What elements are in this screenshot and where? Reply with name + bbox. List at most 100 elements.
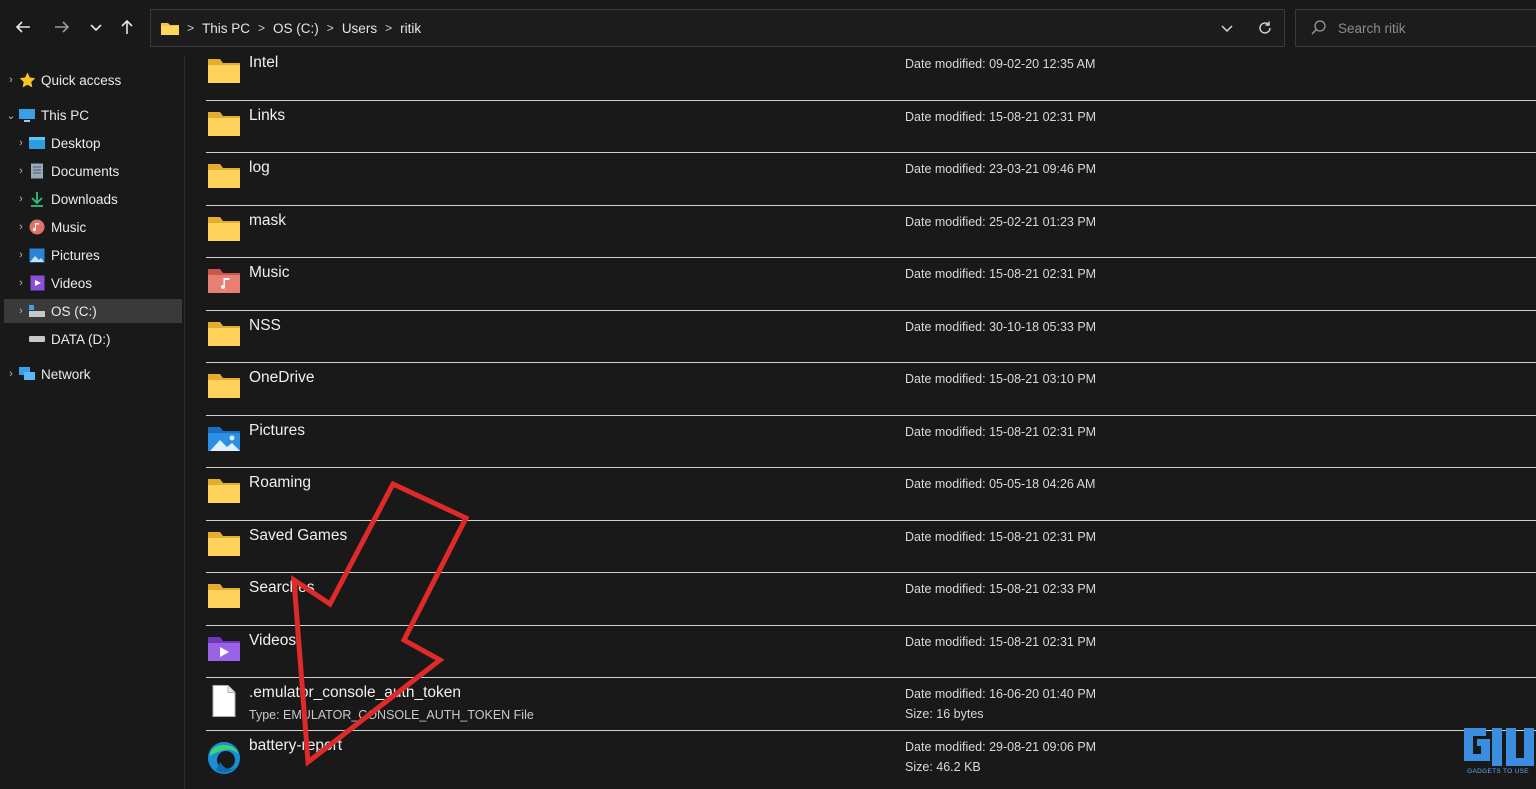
sidebar-item-label: Music (51, 219, 87, 235)
chevron-right-icon[interactable]: › (14, 165, 28, 177)
list-item[interactable]: NSS Date modified: 30-10-18 05:33 PM (206, 311, 1536, 363)
sidebar-item-music[interactable]: › Music (4, 215, 182, 239)
sidebar-item-pictures[interactable]: › Pictures (4, 243, 182, 267)
item-date-modified: Date modified: 16-06-20 01:40 PM (905, 687, 1097, 701)
chevron-right-icon[interactable]: › (14, 221, 28, 233)
item-name: Links (249, 106, 286, 124)
item-name: mask (249, 211, 287, 229)
documents-icon (28, 163, 46, 179)
up-button[interactable] (112, 12, 142, 42)
folder-icon (206, 213, 242, 245)
pictures-folder-icon (206, 423, 242, 455)
sidebar-item-desktop[interactable]: › Desktop (4, 131, 182, 155)
music-icon (28, 219, 46, 235)
list-item[interactable]: log Date modified: 23-03-21 09:46 PM (206, 153, 1536, 206)
list-item[interactable]: Links Date modified: 15-08-21 02:31 PM (206, 101, 1536, 153)
file-icon (206, 685, 242, 717)
chevron-right-icon[interactable]: › (14, 305, 28, 317)
item-name: Videos (249, 631, 297, 649)
pictures-icon (28, 247, 46, 263)
item-name: log (249, 159, 270, 176)
sidebar-item-label: Pictures (51, 247, 100, 263)
list-item[interactable]: .emulator_console_auth_token Type: EMULAT… (206, 678, 1536, 731)
chevron-right-icon[interactable]: › (4, 368, 18, 380)
list-item[interactable]: OneDrive Date modified: 15-08-21 03:10 PM (206, 363, 1536, 416)
list-item[interactable]: Videos Date modified: 15-08-21 02:31 PM (206, 626, 1536, 678)
folder-icon (206, 108, 242, 140)
address-bar[interactable]: > This PC > OS (C:) > Users > ritik (150, 9, 1285, 47)
list-item[interactable]: battery-report Date modified: 29-08-21 09… (206, 731, 1536, 784)
edge-icon (206, 738, 242, 774)
pane-divider[interactable] (184, 56, 185, 789)
sidebar-item-quick-access[interactable]: › Quick access (4, 68, 182, 92)
sidebar-item-label: Network (41, 366, 91, 382)
list-item[interactable]: Searches Date modified: 15-08-21 02:33 PM (206, 573, 1536, 626)
sidebar-item-this-pc[interactable]: ⌄ This PC (4, 103, 182, 127)
breadcrumb-ritik[interactable]: ritik (400, 21, 421, 36)
download-icon (28, 191, 46, 207)
item-name: Intel (249, 54, 279, 71)
list-item[interactable]: Pictures Date modified: 15-08-21 02:31 PM (206, 416, 1536, 468)
sidebar-item-label: Documents (51, 163, 120, 179)
sidebar-item-downloads[interactable]: › Downloads (4, 187, 182, 211)
sidebar-item-data-d[interactable]: DATA (D:) (4, 327, 182, 351)
chevron-down-icon[interactable]: ⌄ (4, 109, 18, 122)
chevron-right-icon[interactable]: › (14, 193, 28, 205)
breadcrumb-os-c[interactable]: OS (C:) (273, 21, 319, 36)
refresh-button[interactable] (1246, 10, 1284, 46)
item-date-modified: Date modified: 15-08-21 02:31 PM (905, 267, 1097, 281)
sidebar-item-videos[interactable]: › Videos (4, 271, 182, 295)
list-item[interactable]: Music Date modified: 15-08-21 02:31 PM (206, 258, 1536, 311)
sidebar-item-documents[interactable]: › Documents (4, 159, 182, 183)
address-history-button[interactable] (1208, 10, 1246, 46)
list-item[interactable]: Saved Games Date modified: 15-08-21 02:31… (206, 521, 1536, 573)
chevron-right-icon[interactable]: › (14, 249, 28, 261)
sidebar-item-os-c[interactable]: › OS (C:) (4, 299, 182, 323)
back-button[interactable] (8, 12, 38, 42)
videos-icon (28, 275, 46, 291)
drive-windows-icon (28, 303, 46, 319)
forward-arrow-icon (55, 21, 70, 33)
breadcrumb-this-pc[interactable]: This PC (202, 21, 250, 36)
folder-icon (206, 475, 242, 507)
breadcrumb-separator: > (187, 21, 195, 35)
folder-icon (206, 160, 242, 192)
forward-button[interactable] (47, 12, 77, 42)
list-item[interactable]: mask Date modified: 25-02-21 01:23 PM (206, 206, 1536, 258)
folder-icon (206, 318, 242, 350)
item-date-modified: Date modified: 30-10-18 05:33 PM (905, 319, 1097, 334)
item-date-modified: Date modified: 25-02-21 01:23 PM (905, 214, 1097, 229)
chevron-right-icon[interactable]: › (14, 277, 28, 289)
desktop-icon (28, 135, 46, 151)
chevron-right-icon[interactable]: › (14, 137, 28, 149)
item-name: Roaming (249, 474, 312, 491)
search-icon (1311, 20, 1326, 35)
item-name: Searches (249, 579, 315, 596)
gadgets-to-use-logo (1464, 728, 1534, 766)
chevron-right-icon[interactable]: › (4, 74, 18, 86)
item-date-modified: Date modified: 15-08-21 02:31 PM (905, 529, 1097, 544)
sidebar-item-label: Videos (51, 275, 93, 291)
sidebar-item-label: DATA (D:) (51, 331, 111, 347)
up-arrow-icon (121, 19, 133, 34)
item-type: Type: EMULATOR_CONSOLE_AUTH_TOKEN File (249, 708, 534, 722)
item-name: OneDrive (249, 369, 315, 386)
item-date-modified: Date modified: 15-08-21 02:31 PM (905, 109, 1097, 124)
chevron-down-icon (90, 24, 102, 32)
folder-icon (206, 580, 242, 612)
list-item[interactable]: Roaming Date modified: 05-05-18 04:26 AM (206, 468, 1536, 521)
list-item[interactable]: Intel Date modified: 09-02-20 12:35 AM (206, 48, 1536, 101)
item-name: battery-report (249, 736, 343, 754)
search-input[interactable] (1338, 20, 1518, 36)
sidebar-item-label: Desktop (51, 135, 101, 151)
breadcrumb-separator: > (385, 21, 393, 35)
search-box[interactable] (1295, 9, 1536, 47)
breadcrumb-users[interactable]: Users (342, 21, 377, 36)
refresh-icon (1259, 21, 1271, 34)
back-arrow-icon (15, 21, 30, 33)
item-date-modified: Date modified: 15-08-21 02:31 PM (905, 634, 1097, 649)
item-date-modified: Date modified: 09-02-20 12:35 AM (905, 57, 1096, 71)
folder-icon (206, 528, 242, 560)
recent-locations-button[interactable] (81, 12, 111, 42)
sidebar-item-network[interactable]: › Network (4, 362, 182, 386)
